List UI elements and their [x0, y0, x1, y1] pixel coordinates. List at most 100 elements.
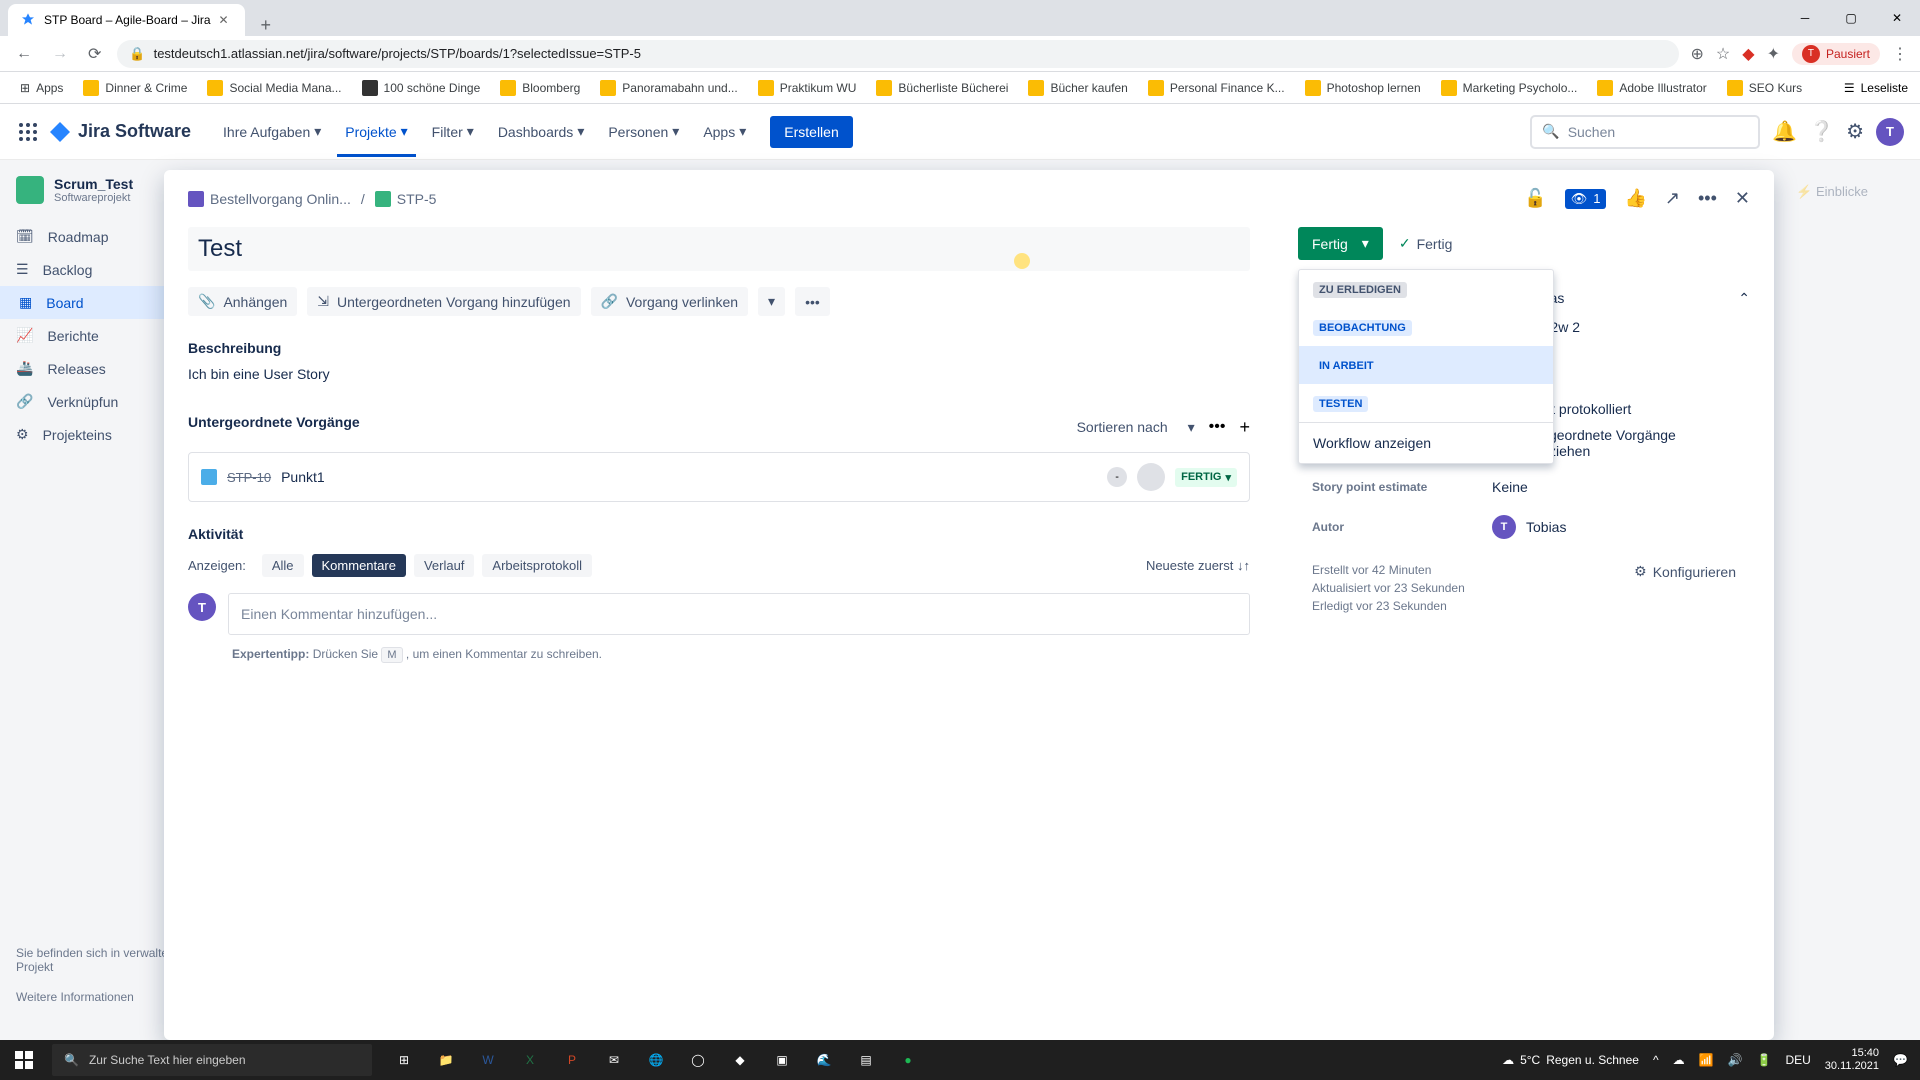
share-icon[interactable]: ↗: [1665, 188, 1680, 209]
bookmark-item[interactable]: Adobe Illustrator: [1589, 76, 1714, 100]
author-name[interactable]: Tobias: [1526, 519, 1566, 535]
wifi-icon[interactable]: 📶: [1699, 1053, 1714, 1067]
notifications-tray-icon[interactable]: 💬: [1893, 1053, 1908, 1067]
bookmark-apps[interactable]: ⊞Apps: [12, 77, 71, 99]
jira-logo[interactable]: Jira Software: [48, 120, 191, 144]
minimize-button[interactable]: ─: [1782, 0, 1828, 36]
address-bar[interactable]: 🔒 testdeutsch1.atlassian.net/jira/softwa…: [117, 40, 1678, 68]
bookmark-item[interactable]: Personal Finance K...: [1140, 76, 1293, 100]
maximize-button[interactable]: ▢: [1828, 0, 1874, 36]
bookmark-item[interactable]: SEO Kurs: [1719, 76, 1810, 100]
bookmark-item[interactable]: Dinner & Crime: [75, 76, 195, 100]
create-button[interactable]: Erstellen: [770, 116, 852, 148]
task-view-icon[interactable]: ⊞: [384, 1040, 424, 1080]
chrome-icon[interactable]: 🌐: [636, 1040, 676, 1080]
comment-input[interactable]: Einen Kommentar hinzufügen...: [228, 593, 1250, 635]
profile-chip[interactable]: T Pausiert: [1792, 43, 1880, 65]
subtask-row[interactable]: STP-10 Punkt1 - FERTIG▾: [188, 452, 1250, 502]
nav-apps[interactable]: Apps▾: [695, 115, 754, 148]
breadcrumb-epic[interactable]: Bestellvorgang Onlin...: [188, 191, 351, 207]
spotify-icon[interactable]: ●: [888, 1040, 928, 1080]
bookmark-item[interactable]: Panoramabahn und...: [592, 76, 745, 100]
close-window-button[interactable]: ✕: [1874, 0, 1920, 36]
close-modal-icon[interactable]: ✕: [1735, 188, 1750, 209]
subtask-status[interactable]: FERTIG▾: [1175, 468, 1237, 487]
language-indicator[interactable]: DEU: [1785, 1053, 1810, 1067]
breadcrumb-issue-key[interactable]: STP-5: [375, 191, 437, 207]
app-icon[interactable]: ◆: [720, 1040, 760, 1080]
tab-history[interactable]: Verlauf: [414, 554, 474, 577]
reading-list[interactable]: Leseliste: [1861, 81, 1908, 95]
more-actions-icon[interactable]: •••: [1698, 188, 1717, 209]
mail-icon[interactable]: ✉: [594, 1040, 634, 1080]
menu-icon[interactable]: ⋮: [1892, 44, 1908, 64]
app-icon[interactable]: ▣: [762, 1040, 802, 1080]
taskbar-search[interactable]: 🔍 Zur Suche Text hier eingeben: [52, 1044, 372, 1076]
extensions-icon[interactable]: ✦: [1767, 44, 1780, 64]
tray-chevron-icon[interactable]: ^: [1653, 1053, 1659, 1067]
nav-dashboards[interactable]: Dashboards▾: [490, 115, 593, 148]
notifications-icon[interactable]: 🔔: [1772, 119, 1797, 144]
battery-icon[interactable]: 🔋: [1757, 1053, 1772, 1067]
settings-icon[interactable]: ⚙: [1846, 119, 1864, 144]
nav-filters[interactable]: Filter▾: [424, 115, 482, 148]
story-points-value[interactable]: Keine: [1492, 479, 1736, 495]
search-input[interactable]: 🔍 Suchen: [1530, 115, 1760, 149]
tab-comments[interactable]: Kommentare: [312, 554, 406, 577]
bookmark-item[interactable]: Bloomberg: [492, 76, 588, 100]
bookmark-item[interactable]: Marketing Psycholo...: [1433, 76, 1586, 100]
sort-button[interactable]: Sortieren nach▾: [1077, 419, 1195, 436]
app-icon[interactable]: ▤: [846, 1040, 886, 1080]
bookmark-item[interactable]: 100 schöne Dinge: [354, 76, 489, 100]
bookmark-star-icon[interactable]: ☆: [1716, 44, 1730, 64]
more-actions-button[interactable]: •••: [795, 287, 830, 316]
issue-title-input[interactable]: Test: [188, 227, 1250, 271]
configure-link[interactable]: ⚙ Konfigurieren: [1634, 563, 1736, 580]
onedrive-icon[interactable]: ☁: [1673, 1053, 1685, 1067]
powerpoint-icon[interactable]: P: [552, 1040, 592, 1080]
bookmark-item[interactable]: Praktikum WU: [750, 76, 865, 100]
reading-list-icon[interactable]: ☰: [1844, 81, 1855, 95]
lock-icon[interactable]: 🔓: [1524, 188, 1546, 209]
link-button[interactable]: 🔗Vorgang verlinken: [591, 287, 749, 316]
nav-projects[interactable]: Projekte▾: [337, 106, 415, 157]
weather-widget[interactable]: ☁ 5°C Regen u. Schnee: [1502, 1053, 1639, 1067]
add-child-button[interactable]: ⇲Untergeordneten Vorgang hinzufügen: [307, 287, 580, 316]
vote-icon[interactable]: 👍: [1624, 188, 1646, 209]
zoom-icon[interactable]: ⊕: [1691, 44, 1704, 64]
attach-button[interactable]: 📎Anhängen: [188, 287, 297, 316]
new-tab-button[interactable]: +: [253, 15, 280, 36]
excel-icon[interactable]: X: [510, 1040, 550, 1080]
nav-your-work[interactable]: Ihre Aufgaben▾: [215, 115, 329, 148]
extension-icon[interactable]: ◆: [1742, 44, 1754, 64]
subtask-key[interactable]: STP-10: [227, 470, 271, 485]
subtask-more-icon[interactable]: •••: [1209, 418, 1226, 436]
subtask-priority[interactable]: -: [1107, 467, 1127, 487]
start-button[interactable]: [0, 1040, 48, 1080]
details-collapse-icon[interactable]: ⌃: [1738, 290, 1750, 306]
close-tab-icon[interactable]: ✕: [219, 13, 233, 27]
nav-people[interactable]: Personen▾: [600, 115, 687, 148]
word-icon[interactable]: W: [468, 1040, 508, 1080]
bookmark-item[interactable]: Photoshop lernen: [1297, 76, 1429, 100]
reload-button[interactable]: ⟳: [84, 40, 105, 68]
forward-button[interactable]: →: [48, 41, 72, 67]
view-workflow-link[interactable]: Workflow anzeigen: [1299, 422, 1553, 463]
help-icon[interactable]: ❔: [1809, 119, 1834, 144]
back-button[interactable]: ←: [12, 41, 36, 67]
tab-worklog[interactable]: Arbeitsprotokoll: [482, 554, 592, 577]
bookmark-item[interactable]: Bücher kaufen: [1020, 76, 1135, 100]
volume-icon[interactable]: 🔊: [1728, 1053, 1743, 1067]
subtask-assignee[interactable]: [1137, 463, 1165, 491]
user-avatar[interactable]: T: [1876, 118, 1904, 146]
status-button[interactable]: Fertig ▾: [1298, 227, 1383, 260]
browser-tab[interactable]: STP Board – Agile-Board – Jira ✕: [8, 4, 245, 36]
app-icon[interactable]: ◯: [678, 1040, 718, 1080]
sort-newest-button[interactable]: Neueste zuerst ↓↑: [1146, 558, 1250, 573]
watch-button[interactable]: 👁1: [1565, 189, 1607, 209]
link-dropdown[interactable]: ▾: [758, 287, 785, 316]
clock[interactable]: 15:40 30.11.2021: [1825, 1047, 1879, 1073]
dropdown-inprogress[interactable]: IN ARBEIT: [1299, 346, 1553, 384]
bookmark-item[interactable]: Bücherliste Bücherei: [868, 76, 1016, 100]
dropdown-test[interactable]: TESTEN: [1299, 384, 1553, 422]
